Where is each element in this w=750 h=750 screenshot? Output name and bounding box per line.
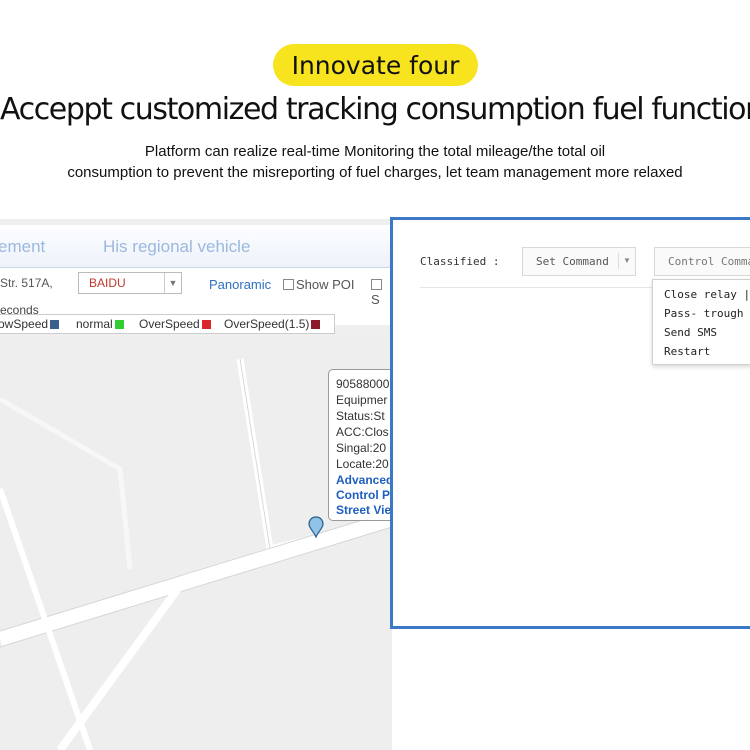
acc-text: ACC:Clos [336,425,389,439]
checkbox-icon [283,279,294,290]
s-checkbox-label: S [371,292,380,307]
street-view-link[interactable]: Street Vie [336,503,391,517]
chevron-down-icon: ▼ [164,273,181,293]
signal-text: Singal:20 [336,441,387,455]
map-panel: ement His regional vehicle Str. 517A, BA… [0,219,392,750]
tab-regional-vehicle[interactable]: His regional vehicle [103,237,250,257]
control-command-select[interactable]: Control Comma [654,247,750,276]
show-poi-label: Show POI [296,277,355,292]
menu-item-pass-through[interactable]: Pass- trough [664,307,743,320]
control-command-value: Control Comma [668,255,750,268]
vehicle-id: 90588000 [336,377,390,391]
legend-item-lowspeed: owSpeed [0,317,60,331]
set-command-select[interactable]: Set Command ▼ [522,247,636,276]
legend-item-overspeed-1-5: OverSpeed(1.5) [224,317,321,331]
command-dialog: Classified : Set Command ▼ Control Comma… [390,217,750,629]
chevron-down-icon: ▼ [618,253,635,269]
legend-item-overspeed: OverSpeed [139,317,211,331]
speed-legend: owSpeed normal OverSpeed OverSpeed(1.5) [0,314,335,334]
set-command-value: Set Command [536,255,609,268]
subtitle-line-2: consumption to prevent the misreporting … [67,164,683,181]
vehicle-marker-icon[interactable] [308,516,324,538]
classified-label: Classified : [420,255,500,268]
advanced-link[interactable]: Advanced [336,473,392,487]
vehicle-info-popup: 90588000 Equipmer Status:St ACC:Clos Sin… [328,369,392,521]
s-checkbox[interactable]: S [371,277,392,307]
show-poi-checkbox[interactable]: Show POI [283,277,355,292]
map-provider-value: BAIDU [89,276,126,290]
legend-item-normal: normal [76,317,124,331]
status-text: Status:St [336,409,385,423]
menu-item-restart[interactable]: Restart [664,345,710,358]
panoramic-link[interactable]: Panoramic [209,277,271,292]
address-text: Str. 517A, [0,276,53,290]
map-provider-select[interactable]: BAIDU ▼ [78,272,182,294]
locate-text: Locate:20 [336,457,389,471]
map-tab-bar: ement His regional vehicle [0,229,392,268]
checkbox-icon [371,279,382,290]
control-command-menu: Close relay | C Pass- trough Send SMS Re… [652,279,750,365]
headline: Acceppt customized tracking consumption … [0,92,750,127]
control-panel-link[interactable]: Control P [336,488,390,502]
tab-management[interactable]: ement [0,237,45,257]
menu-item-close-relay[interactable]: Close relay | C [664,288,750,301]
subtitle-line-1: Platform can realize real-time Monitorin… [144,143,606,160]
menu-item-send-sms[interactable]: Send SMS [664,326,717,339]
equipment-text: Equipmer [336,393,388,407]
feature-badge: Innovate four [273,44,478,86]
